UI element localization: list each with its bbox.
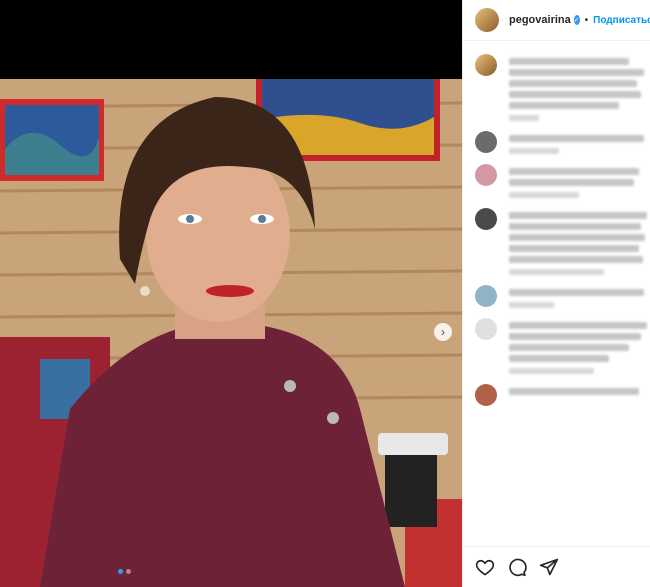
comment-item	[463, 154, 650, 198]
carousel-indicator	[118, 569, 131, 574]
verified-badge-icon: ✓	[573, 15, 580, 25]
comment-avatar[interactable]	[475, 208, 497, 230]
comment-avatar[interactable]	[475, 285, 497, 307]
comment-icon[interactable]	[507, 557, 527, 577]
comment-avatar[interactable]	[475, 164, 497, 186]
post-side-panel: pegovairina ✓ • Подписаться	[462, 0, 650, 587]
share-icon[interactable]	[539, 557, 559, 577]
heart-icon[interactable]	[475, 557, 495, 577]
comment-avatar[interactable]	[475, 131, 497, 153]
comment-item	[463, 374, 650, 406]
separator-dot: •	[584, 14, 589, 26]
post-actions-bar	[463, 546, 650, 587]
post-header: pegovairina ✓ • Подписаться	[463, 0, 650, 41]
post-media[interactable]: ›	[0, 0, 462, 587]
post-photo	[0, 79, 462, 587]
comment-avatar[interactable]	[475, 54, 497, 76]
carousel-dot	[118, 569, 123, 574]
author-avatar[interactable]	[475, 8, 499, 32]
follow-button[interactable]: Подписаться	[593, 15, 650, 26]
comment-item	[463, 198, 650, 275]
comment-avatar[interactable]	[475, 318, 497, 340]
carousel-next-button[interactable]: ›	[434, 323, 452, 341]
comments-list[interactable]	[463, 44, 650, 547]
comment-item	[463, 275, 650, 308]
comment-item	[463, 308, 650, 374]
carousel-dot	[126, 569, 131, 574]
author-username[interactable]: pegovairina	[509, 14, 571, 26]
comment-item	[463, 121, 650, 154]
comment-avatar[interactable]	[475, 384, 497, 406]
comment-item	[463, 44, 650, 121]
